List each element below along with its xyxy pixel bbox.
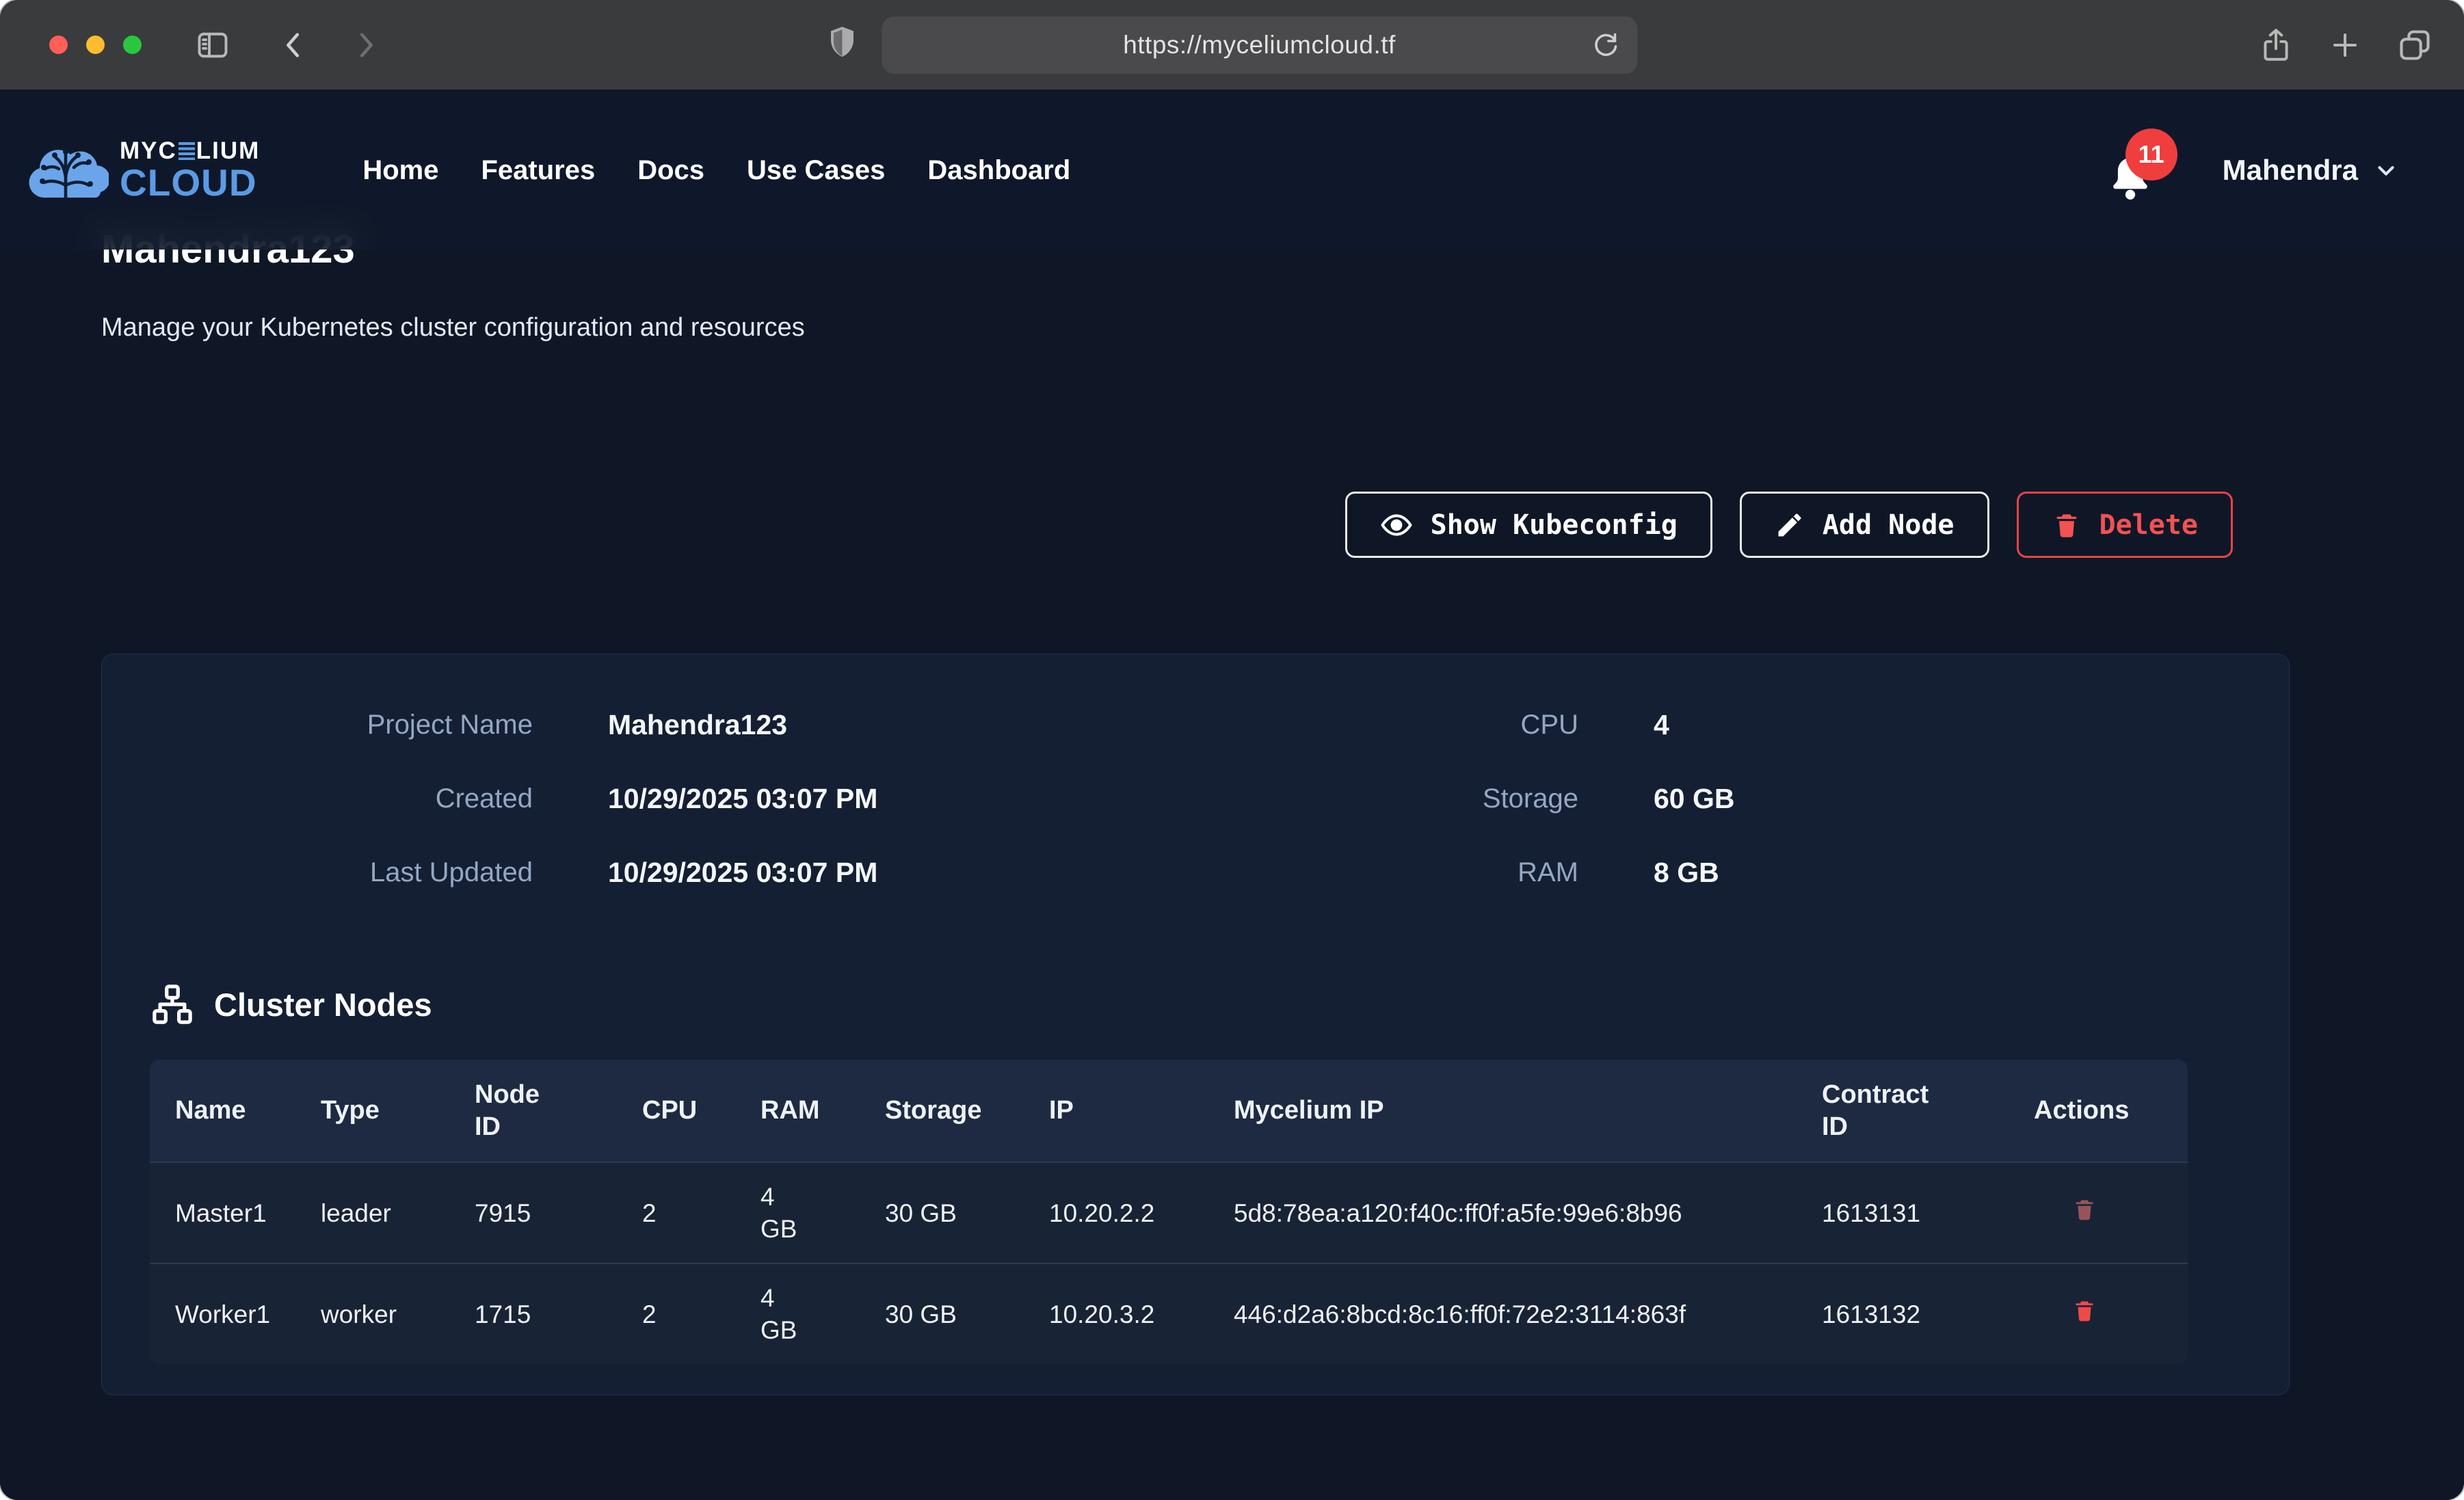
delete-node-button-disabled[interactable] bbox=[2071, 1196, 2097, 1222]
detail-label: Last Updated bbox=[150, 855, 533, 889]
col-header-mycelium-ip: Mycelium IP bbox=[1234, 1060, 1822, 1162]
user-menu[interactable]: Mahendra bbox=[2223, 154, 2399, 187]
close-window-button[interactable] bbox=[49, 36, 68, 54]
zoom-window-button[interactable] bbox=[123, 36, 142, 54]
add-node-button[interactable]: Add Node bbox=[1740, 492, 1989, 558]
eye-icon bbox=[1380, 509, 1413, 541]
browser-chrome: https://myceliumcloud.tf bbox=[0, 0, 2464, 91]
detail-value-cpu: 4 bbox=[1654, 708, 2241, 742]
cell-node-id: 7915 bbox=[475, 1162, 642, 1263]
mycelium-cloud-logo[interactable]: MYCLIUM CLOUD bbox=[23, 137, 260, 204]
cluster-actions: Show Kubeconfig Add Node Delete bbox=[101, 492, 2363, 558]
back-icon[interactable] bbox=[278, 29, 310, 61]
detail-value-created: 10/29/2025 03:07 PM bbox=[608, 781, 1195, 816]
cell-mycelium-ip: 5d8:78ea:a120:f40c:ff0f:a5fe:99e6:8b96 bbox=[1234, 1162, 1822, 1263]
col-header-ip: IP bbox=[1049, 1060, 1234, 1162]
logo-wordmark: MYCLIUM CLOUD bbox=[120, 139, 260, 202]
browser-window: https://myceliumcloud.tf bbox=[0, 0, 2464, 1500]
cloud-logo-icon bbox=[23, 137, 109, 204]
delete-cluster-button[interactable]: Delete bbox=[2017, 492, 2234, 558]
site-header: MYCLIUM CLOUD Home Features Docs Use Cas… bbox=[0, 91, 2464, 250]
cell-contract-id: 1613131 bbox=[1822, 1162, 2034, 1263]
detail-label: Created bbox=[150, 781, 533, 816]
col-header-storage: Storage bbox=[885, 1060, 1049, 1162]
delete-node-button[interactable] bbox=[2071, 1298, 2097, 1324]
minimize-window-button[interactable] bbox=[86, 36, 105, 54]
cluster-nodes-table: Name Type Node ID CPU RAM Storage IP Myc… bbox=[150, 1060, 2188, 1364]
cell-name: Master1 bbox=[150, 1162, 321, 1263]
cell-ip: 10.20.3.2 bbox=[1049, 1263, 1234, 1364]
page-subtitle: Manage your Kubernetes cluster configura… bbox=[101, 310, 2363, 345]
cell-storage: 30 GB bbox=[885, 1162, 1049, 1263]
col-header-node-id: Node ID bbox=[475, 1060, 642, 1162]
cell-actions bbox=[2034, 1162, 2188, 1263]
privacy-shield-icon[interactable] bbox=[827, 25, 857, 64]
tab-overview-icon[interactable] bbox=[2397, 27, 2433, 63]
detail-value-last-updated: 10/29/2025 03:07 PM bbox=[608, 855, 1195, 889]
new-tab-icon[interactable] bbox=[2329, 29, 2361, 62]
cell-cpu: 2 bbox=[642, 1162, 760, 1263]
notifications-button[interactable]: 11 bbox=[2108, 133, 2162, 208]
cluster-nodes-header: Cluster Nodes bbox=[150, 982, 2241, 1027]
cell-node-id: 1715 bbox=[475, 1263, 642, 1364]
nav-docs[interactable]: Docs bbox=[637, 155, 704, 186]
section-title: Cluster Nodes bbox=[214, 986, 432, 1023]
cell-name: Worker1 bbox=[150, 1263, 321, 1364]
detail-value-project-name: Mahendra123 bbox=[608, 708, 1195, 742]
nav-dashboard[interactable]: Dashboard bbox=[927, 155, 1070, 186]
sidebar-toggle-icon[interactable] bbox=[195, 27, 230, 63]
forward-icon[interactable] bbox=[349, 29, 381, 61]
col-header-name: Name bbox=[150, 1060, 321, 1162]
nav-use-cases[interactable]: Use Cases bbox=[747, 155, 885, 186]
cell-storage: 30 GB bbox=[885, 1263, 1049, 1364]
trash-icon bbox=[2071, 1196, 2097, 1222]
table-row-worker1: Worker1 worker 1715 2 4 GB 30 GB 10.20.3… bbox=[150, 1263, 2188, 1364]
cell-cpu: 2 bbox=[642, 1263, 760, 1364]
col-header-actions: Actions bbox=[2034, 1060, 2188, 1162]
cell-type: worker bbox=[321, 1263, 475, 1364]
cell-ram: 4 GB bbox=[760, 1162, 885, 1263]
detail-value-storage: 60 GB bbox=[1654, 781, 2241, 816]
logo-e-bars bbox=[178, 142, 195, 160]
cell-actions bbox=[2034, 1263, 2188, 1364]
cell-contract-id: 1613132 bbox=[1822, 1263, 2034, 1364]
detail-label: RAM bbox=[1195, 855, 1578, 889]
table-header-row: Name Type Node ID CPU RAM Storage IP Myc… bbox=[150, 1060, 2188, 1162]
col-header-cpu: CPU bbox=[642, 1060, 760, 1162]
cell-type: leader bbox=[321, 1162, 475, 1263]
detail-value-ram: 8 GB bbox=[1654, 855, 2241, 889]
cluster-details: Project Name Mahendra123 Created 10/29/2… bbox=[150, 708, 2241, 889]
notification-badge: 11 bbox=[2125, 129, 2177, 180]
detail-label: CPU bbox=[1195, 708, 1578, 742]
main-nav: Home Features Docs Use Cases Dashboard bbox=[362, 155, 1070, 186]
page-content: MYCLIUM CLOUD Home Features Docs Use Cas… bbox=[0, 91, 2464, 1500]
trash-icon bbox=[2052, 510, 2082, 540]
nav-features[interactable]: Features bbox=[481, 155, 595, 186]
table-row-master1: Master1 leader 7915 2 4 GB 30 GB 10.20.2… bbox=[150, 1162, 2188, 1263]
user-name: Mahendra bbox=[2223, 154, 2358, 187]
col-header-ram: RAM bbox=[760, 1060, 885, 1162]
sitemap-icon bbox=[150, 982, 195, 1027]
cluster-details-card: Project Name Mahendra123 Created 10/29/2… bbox=[101, 654, 2290, 1395]
col-header-contract-id: Contract ID bbox=[1822, 1060, 2034, 1162]
url-text: https://myceliumcloud.tf bbox=[1123, 31, 1396, 59]
cell-ram: 4 GB bbox=[760, 1263, 885, 1364]
cell-mycelium-ip: 446:d2a6:8bcd:8c16:ff0f:72e2:3114:863f bbox=[1234, 1263, 1822, 1364]
pencil-icon bbox=[1775, 510, 1805, 540]
trash-icon bbox=[2071, 1298, 2097, 1324]
chevron-down-icon bbox=[2373, 157, 2399, 183]
cell-ip: 10.20.2.2 bbox=[1049, 1162, 1234, 1263]
reload-icon[interactable] bbox=[1591, 29, 1619, 61]
show-kubeconfig-button[interactable]: Show Kubeconfig bbox=[1345, 492, 1712, 558]
share-icon[interactable] bbox=[2259, 27, 2293, 64]
col-header-type: Type bbox=[321, 1060, 475, 1162]
nav-home[interactable]: Home bbox=[362, 155, 438, 186]
detail-label: Project Name bbox=[150, 708, 533, 742]
detail-label: Storage bbox=[1195, 781, 1578, 816]
window-controls bbox=[49, 36, 142, 54]
address-bar[interactable]: https://myceliumcloud.tf bbox=[882, 16, 1637, 74]
